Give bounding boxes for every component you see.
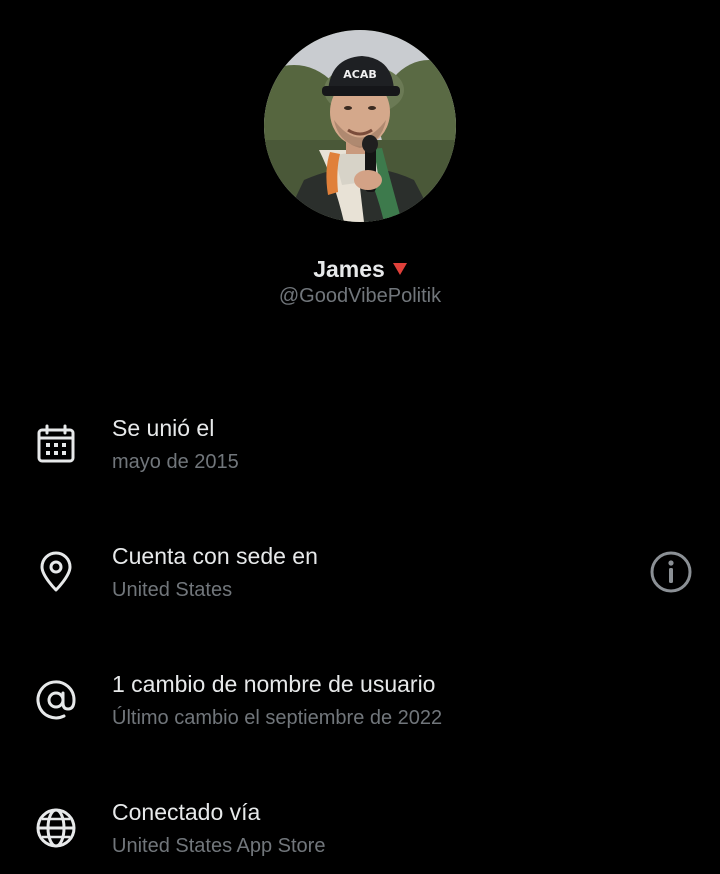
connected-via-value: United States App Store (112, 835, 326, 857)
user-handle: @GoodVibePolitik (278, 285, 442, 307)
calendar-icon (34, 422, 78, 466)
username-changes-title: 1 cambio de nombre de usuario (112, 671, 436, 697)
info-icon[interactable] (648, 549, 694, 595)
avatar-photo: ACAB (264, 30, 456, 222)
about-row-connected-via: Conectado vía United States App Store (0, 794, 720, 874)
at-sign-icon (34, 678, 78, 722)
flag-triangle-icon (392, 263, 407, 275)
joined-title: Se unió el (112, 415, 215, 441)
globe-icon (34, 806, 78, 850)
about-row-location: Cuenta con sede en United States (0, 538, 720, 618)
about-row-username-changes: 1 cambio de nombre de usuario Último cam… (0, 666, 720, 746)
display-name-row: James (0, 254, 720, 284)
about-row-joined: Se unió el mayo de 2015 (0, 410, 720, 490)
location-value: United States (112, 579, 233, 601)
cap-text: ACAB (343, 68, 376, 81)
location-title: Cuenta con sede en (112, 543, 318, 569)
connected-via-title: Conectado vía (112, 799, 261, 825)
avatar[interactable]: ACAB (264, 30, 456, 222)
joined-date: mayo de 2015 (112, 451, 239, 473)
username-changes-detail: Último cambio el septiembre de 2022 (112, 707, 443, 729)
location-pin-icon (34, 550, 78, 594)
display-name: James (313, 256, 385, 282)
